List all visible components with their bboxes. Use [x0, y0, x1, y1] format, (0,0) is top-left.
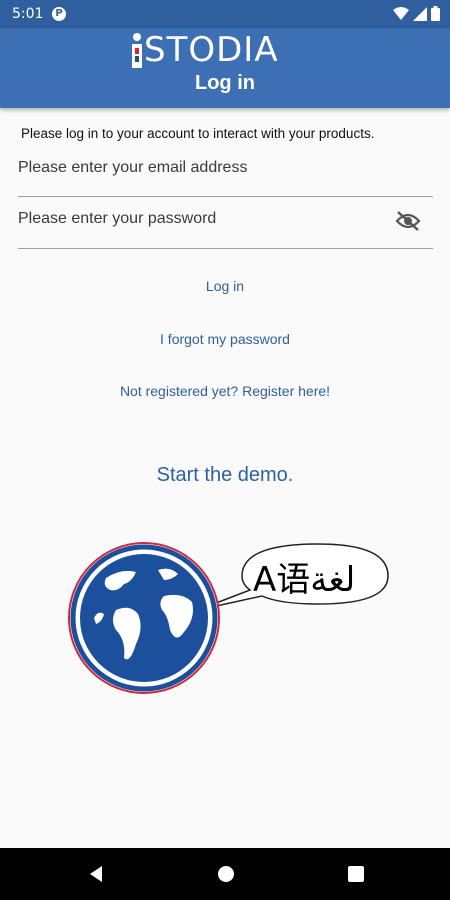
signal-icon	[413, 6, 427, 21]
intro-text: Please log in to your account to interac…	[21, 126, 375, 141]
login-link[interactable]: Log in	[0, 278, 450, 294]
notification-badge-icon: P	[52, 7, 66, 21]
status-time: 5:01	[12, 6, 44, 22]
language-bubble-text: A语لغة	[253, 560, 356, 600]
logo-text: STODIA	[144, 30, 279, 70]
email-field[interactable]: Please enter your email address	[18, 157, 433, 197]
navigation-bar	[0, 848, 450, 900]
battery-icon	[431, 6, 440, 21]
status-bar: 5:01 P	[0, 0, 450, 28]
email-placeholder: Please enter your email address	[18, 159, 248, 176]
start-demo-link[interactable]: Start the demo.	[0, 464, 450, 487]
back-icon[interactable]	[84, 862, 108, 886]
visibility-off-icon[interactable]	[395, 210, 421, 232]
recents-icon[interactable]	[344, 862, 368, 886]
logo-i-icon	[132, 33, 142, 68]
register-link[interactable]: Not registered yet? Register here!	[0, 383, 450, 399]
status-icons	[393, 6, 440, 21]
forgot-password-link[interactable]: I forgot my password	[0, 331, 450, 347]
app-bar: STODIA Log in	[0, 28, 450, 108]
password-field[interactable]: Please enter your password	[18, 208, 433, 249]
page-title: Log in	[195, 72, 255, 94]
password-placeholder: Please enter your password	[18, 210, 217, 227]
home-icon[interactable]	[214, 862, 238, 886]
wifi-icon	[393, 6, 409, 20]
logo: STODIA	[130, 30, 279, 70]
